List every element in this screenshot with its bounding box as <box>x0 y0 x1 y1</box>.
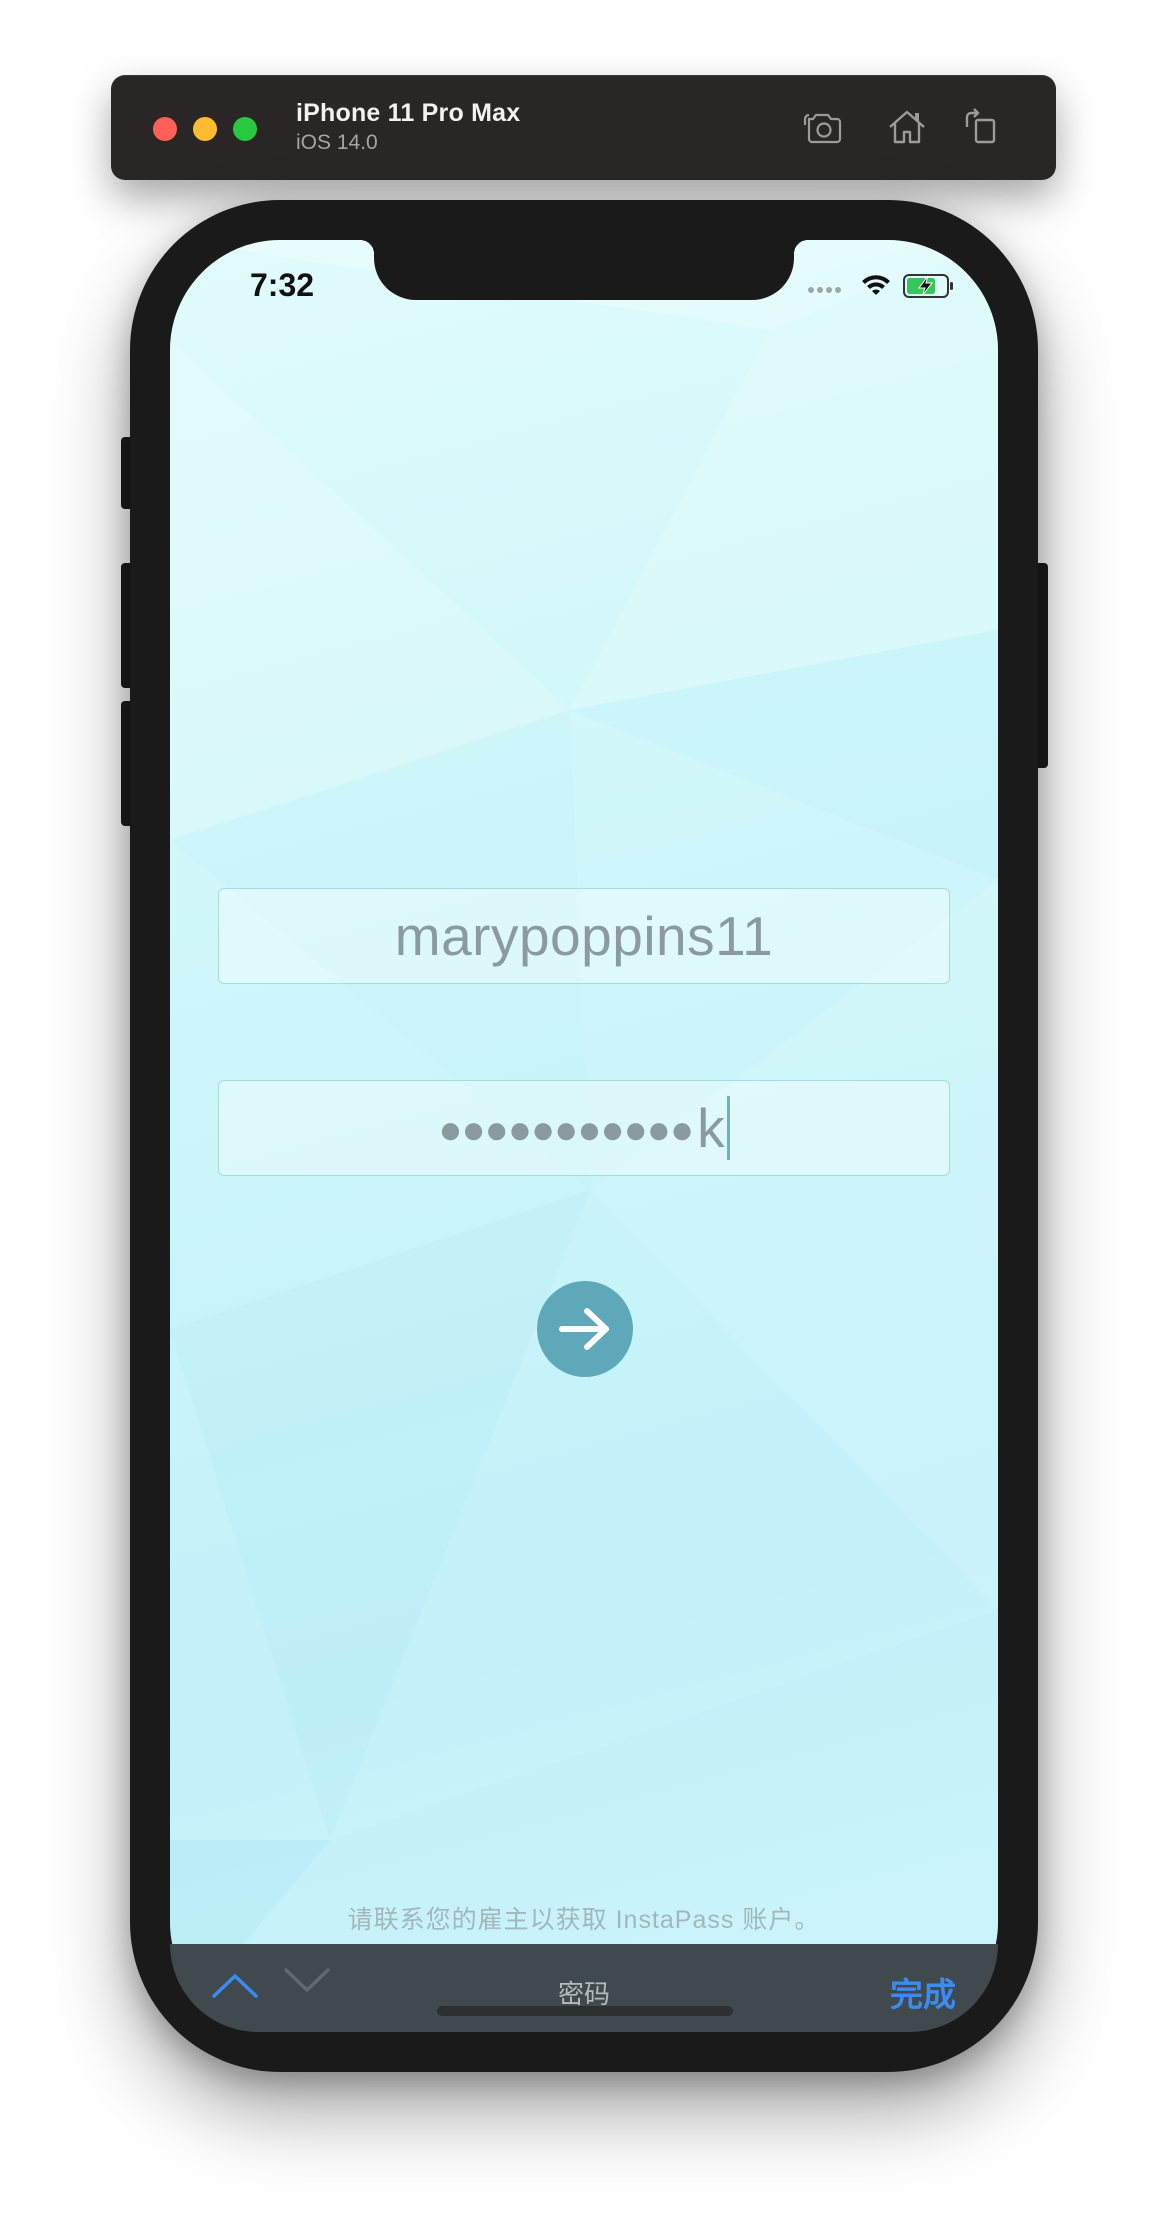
window-close-button[interactable] <box>153 117 177 141</box>
username-field[interactable]: marypoppins11 <box>218 888 950 984</box>
password-field[interactable]: ●●●●●●●●●●● k <box>218 1080 950 1176</box>
cellular-icon <box>808 287 841 293</box>
status-icons <box>806 268 956 302</box>
status-time: 7:32 <box>250 267 315 303</box>
battery-charging-icon <box>903 274 953 298</box>
home-indicator[interactable] <box>437 2006 733 2016</box>
simulator-title-bar: iPhone 11 Pro Max iOS 14.0 <box>111 75 1056 180</box>
password-content: ●●●●●●●●●●● k <box>438 1096 730 1160</box>
rotate-icon[interactable] <box>957 103 1007 153</box>
device-name: iPhone 11 Pro Max <box>296 99 521 127</box>
username-value: marypoppins11 <box>394 905 774 967</box>
arrow-right-icon <box>559 1308 609 1350</box>
password-last-char: k <box>697 1097 725 1159</box>
home-icon[interactable] <box>882 103 932 153</box>
password-masked-chars: ●●●●●●●●●●● <box>438 1108 694 1152</box>
contact-employer-note: 请联系您的雇主以获取 InstaPass 账户。 <box>347 1906 821 1934</box>
window-zoom-button[interactable] <box>233 117 257 141</box>
simulator-stage: iPhone 11 Pro Max iOS 14.0 7:32 marypopp… <box>0 0 1168 2220</box>
keyboard-accessory-bar: 密码 完成 <box>170 1944 998 2032</box>
wifi-icon <box>862 275 890 295</box>
screenshot-icon[interactable] <box>797 103 847 153</box>
done-button[interactable]: 完成 <box>890 1968 956 2016</box>
submit-login-button[interactable] <box>537 1281 633 1377</box>
window-minimize-button[interactable] <box>193 117 217 141</box>
device-notch <box>360 240 808 300</box>
text-cursor <box>726 1096 730 1160</box>
os-version: iOS 14.0 <box>296 131 378 154</box>
